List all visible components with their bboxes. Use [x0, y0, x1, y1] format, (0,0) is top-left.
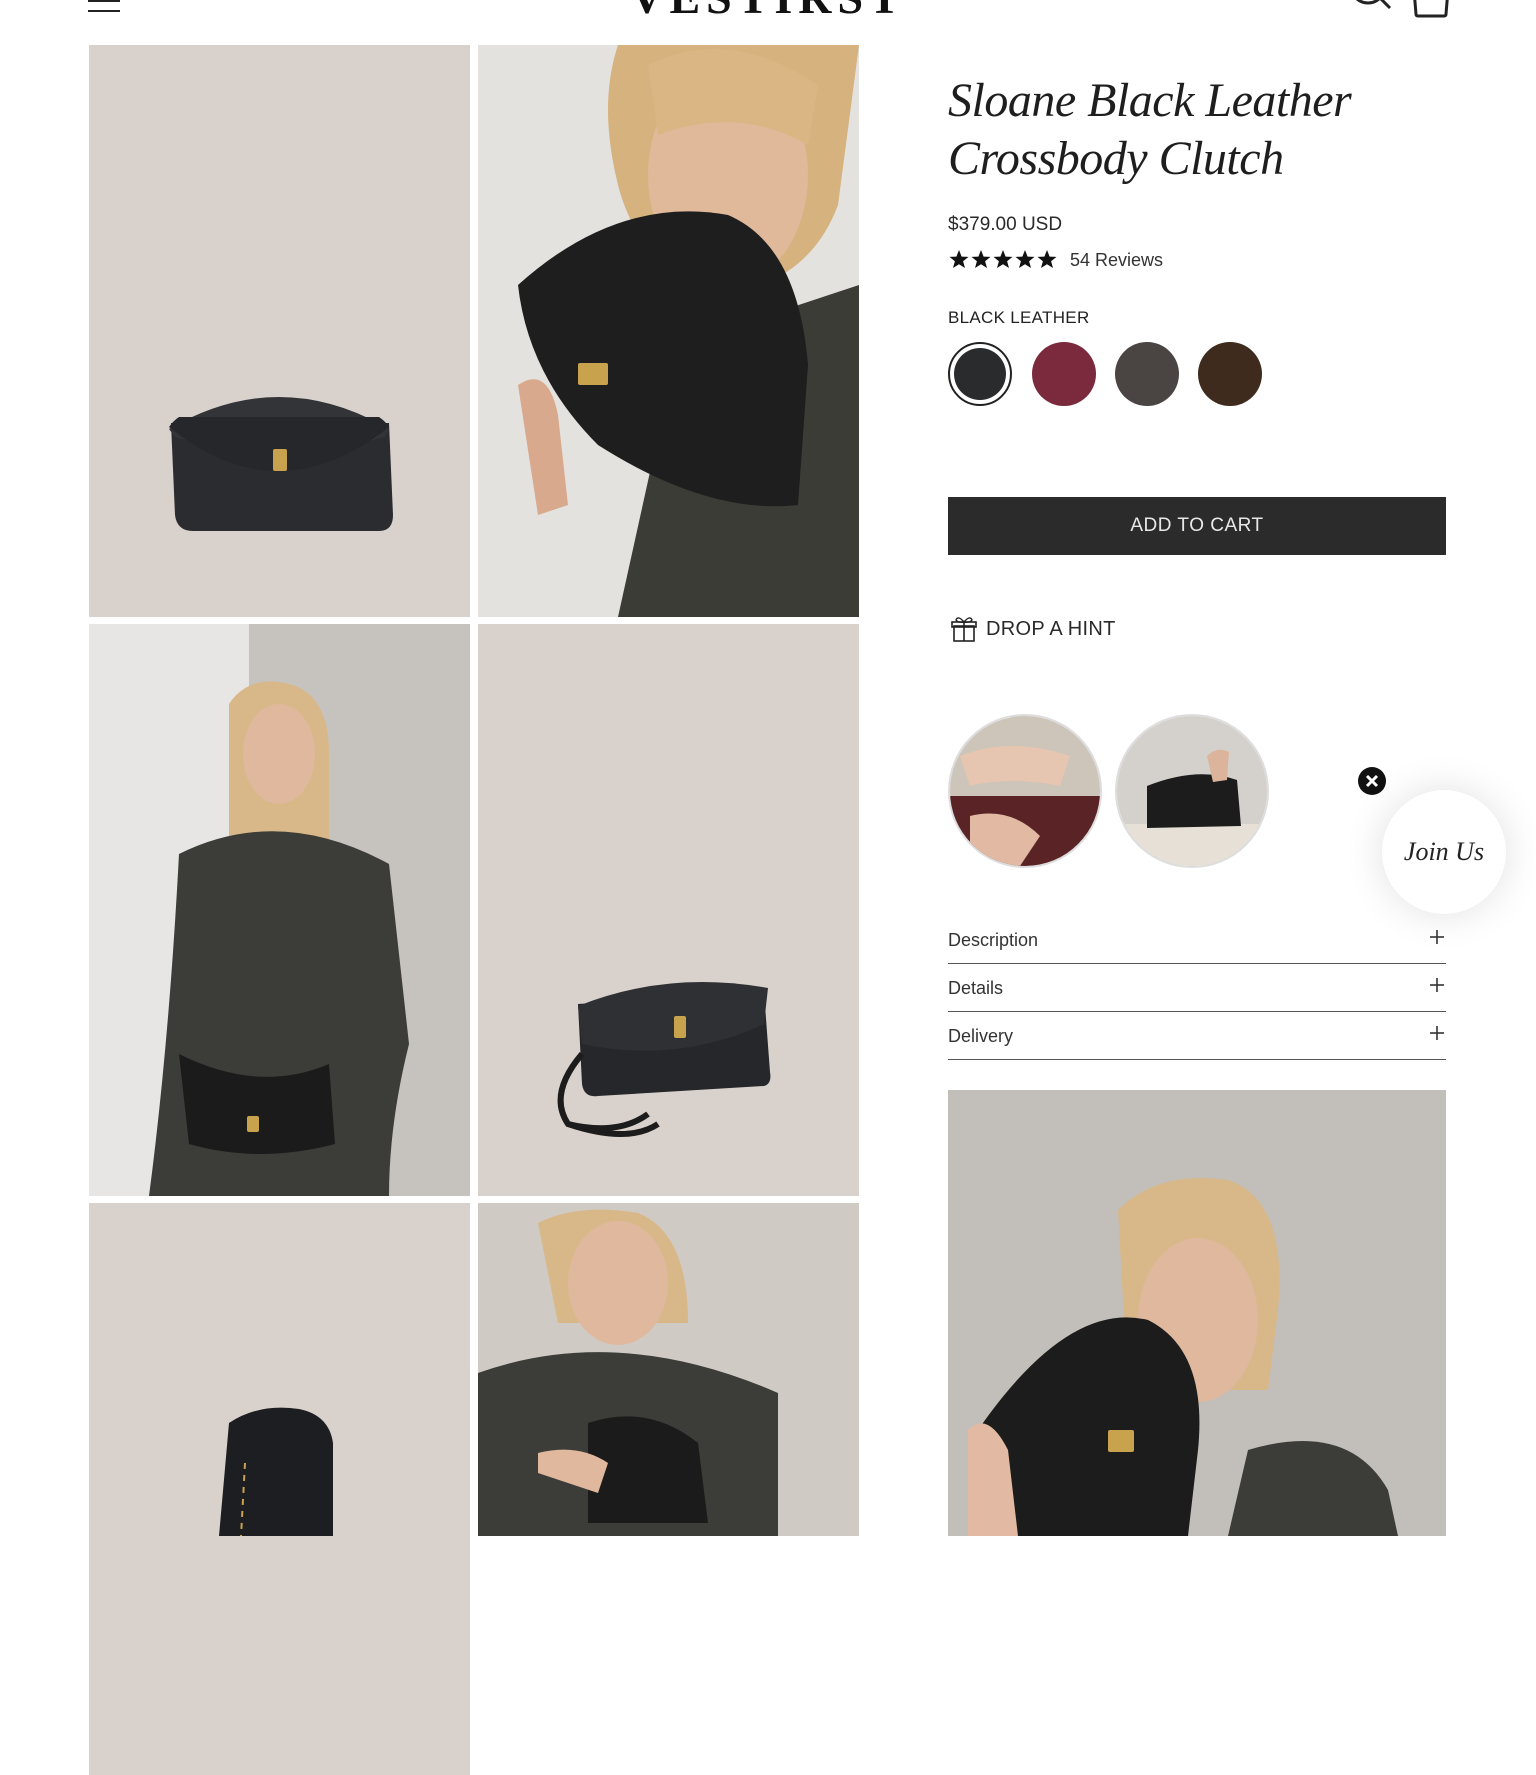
- swatch-charcoal[interactable]: [1115, 342, 1179, 406]
- site-logo[interactable]: VESTIRST: [600, 0, 936, 18]
- model-image-crossbody[interactable]: [89, 624, 470, 1196]
- color-label: BLACK LEATHER: [948, 308, 1090, 327]
- product-image-side[interactable]: [89, 1203, 470, 1775]
- plus-icon: [1430, 930, 1444, 944]
- star-icon: [1015, 250, 1035, 268]
- star-icon: [1037, 250, 1057, 268]
- search-icon[interactable]: [1348, 0, 1392, 20]
- accordion-delivery[interactable]: Delivery: [948, 1012, 1446, 1060]
- product-title-line-2: Crossbody Clutch: [948, 132, 1284, 185]
- join-us-popup[interactable]: Join Us: [1382, 790, 1506, 914]
- lifestyle-hero-image: [948, 1090, 1446, 1536]
- close-icon: [1365, 774, 1379, 788]
- video-story-2[interactable]: [1115, 714, 1269, 868]
- product-image-front[interactable]: [89, 45, 470, 617]
- model-image-seated[interactable]: [478, 1203, 859, 1536]
- product-price: $379.00 USD: [948, 214, 1063, 235]
- hamburger-menu-icon[interactable]: [88, 0, 122, 14]
- product-image-strap[interactable]: [478, 624, 859, 1196]
- star-icon: [993, 250, 1013, 268]
- model-image-holding-clutch[interactable]: [478, 45, 859, 617]
- accordion-details[interactable]: Details: [948, 964, 1446, 1012]
- drop-a-hint-link[interactable]: DROP A HINT: [950, 614, 1116, 644]
- swatch-black[interactable]: [948, 342, 1012, 406]
- drop-a-hint-label: DROP A HINT: [986, 617, 1116, 640]
- close-popup-button[interactable]: [1358, 767, 1386, 795]
- accordion-description[interactable]: Description: [948, 916, 1446, 964]
- swatch-burgundy[interactable]: [1032, 342, 1096, 406]
- swatch-chocolate[interactable]: [1198, 342, 1262, 406]
- reviews-link[interactable]: 54 Reviews: [1070, 250, 1163, 271]
- accordion-delivery-label: Delivery: [948, 1026, 1014, 1046]
- bag-icon[interactable]: [1410, 0, 1452, 20]
- gift-icon: [950, 615, 978, 643]
- video-story-1[interactable]: [948, 714, 1102, 868]
- accordion-details-label: Details: [948, 978, 1004, 998]
- plus-icon: [1430, 978, 1444, 992]
- plus-icon: [1430, 1026, 1444, 1040]
- accordion-description-label: Description: [948, 930, 1039, 950]
- product-title: Sloane Black Leather Crossbody Clutch: [948, 72, 1448, 188]
- product-title-line-1: Sloane Black Leather: [948, 74, 1352, 127]
- star-icon: [971, 250, 991, 268]
- add-to-cart-button[interactable]: ADD TO CART: [948, 497, 1446, 555]
- star-rating[interactable]: [948, 248, 1058, 274]
- star-icon: [949, 250, 969, 268]
